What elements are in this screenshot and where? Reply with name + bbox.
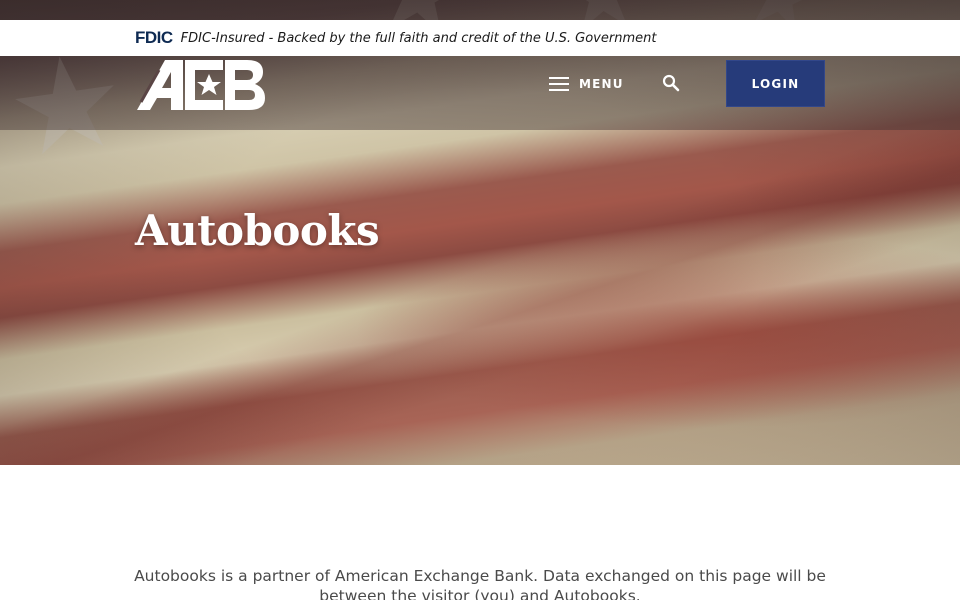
menu-label: MENU [579,77,624,91]
search-icon [662,74,680,92]
menu-button[interactable]: MENU [549,72,624,96]
fdic-notice-bar: FDIC FDIC-Insured - Backed by the full f… [0,20,960,56]
search-button[interactable] [662,74,680,92]
hamburger-icon [549,77,569,91]
fdic-logo: FDIC [135,28,173,47]
intro-text: Autobooks is a partner of American Excha… [134,567,826,600]
fdic-notice-text: FDIC-Insured - Backed by the full faith … [180,30,657,46]
page-title: Autobooks [135,206,380,255]
login-button[interactable]: LOGIN [726,60,825,107]
aeb-logo[interactable] [135,58,265,112]
aeb-logo-icon [137,60,265,110]
